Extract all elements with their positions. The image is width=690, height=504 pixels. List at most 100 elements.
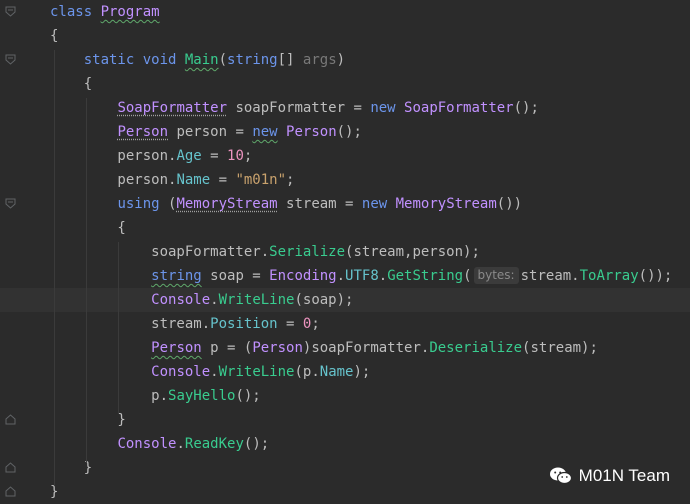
code-token: ()) (496, 196, 523, 212)
code-line-text: { (50, 216, 126, 240)
code-token: MemoryStream (176, 196, 278, 212)
code-token: . (176, 436, 185, 452)
code-token: } (50, 460, 93, 476)
code-token: Person (286, 124, 337, 140)
code-token: Person (252, 340, 303, 356)
code-line[interactable]: Console.WriteLine(p.Name); (0, 360, 690, 384)
code-line-text: person.Age = 10; (50, 144, 252, 168)
code-token: p = ( (201, 340, 253, 356)
code-line[interactable]: person.Name = "m01n"; (0, 168, 690, 192)
code-token: Main (184, 52, 219, 68)
code-token: . (210, 364, 219, 380)
code-token: Console (151, 292, 211, 308)
code-line-text: Person p = (Person)soapFormatter.Deseria… (50, 336, 598, 360)
code-token: Program (100, 4, 160, 20)
code-token: new (252, 124, 278, 140)
code-token: soap = (201, 268, 270, 284)
code-line-text: class Program (50, 0, 160, 24)
code-token: new (361, 196, 396, 212)
code-line[interactable]: } (0, 408, 690, 432)
code-line[interactable]: using (MemoryStream stream = new MemoryS… (0, 192, 690, 216)
code-token: ; (243, 148, 253, 164)
code-line[interactable]: p.SayHello(); (0, 384, 690, 408)
indent-guide (118, 242, 119, 414)
code-token: Person (151, 340, 202, 356)
code-token: (); (243, 436, 270, 452)
code-token: (); (235, 388, 261, 404)
code-token: Console (151, 364, 211, 380)
code-token: args (302, 52, 337, 68)
code-line[interactable]: person.Age = 10; (0, 144, 690, 168)
code-token: (stream); (522, 340, 598, 356)
code-token: new (370, 100, 405, 116)
code-token: using (117, 196, 169, 212)
code-token: soapFormatter. (50, 244, 270, 260)
fold-marker-icon[interactable] (5, 198, 16, 209)
code-token: { (50, 220, 126, 236)
code-token: } (50, 412, 126, 428)
code-line-text: p.SayHello(); (50, 384, 261, 408)
code-token: ) (336, 52, 346, 68)
code-token: )soapFormatter. (302, 340, 430, 356)
fold-end-marker-icon[interactable] (5, 462, 16, 473)
code-line-text: Console.ReadKey(); (50, 432, 269, 456)
code-token: Name (319, 364, 354, 380)
code-token: p. (50, 388, 169, 404)
code-token: Person (117, 124, 169, 140)
code-line-text: Console.WriteLine(p.Name); (50, 360, 370, 384)
code-line[interactable]: Person p = (Person)soapFormatter.Deseria… (0, 336, 690, 360)
code-line[interactable]: soapFormatter.Serialize(stream,person); (0, 240, 690, 264)
fold-marker-icon[interactable] (5, 54, 16, 65)
fold-marker-icon[interactable] (5, 6, 16, 17)
code-token: ( (218, 52, 228, 68)
code-token: stream. (520, 268, 580, 284)
code-token: } (50, 484, 59, 500)
code-line-text: static void Main(string[] args) (50, 48, 345, 72)
code-line[interactable]: SoapFormatter soapFormatter = new SoapFo… (0, 96, 690, 120)
code-token: ( (463, 268, 472, 284)
code-line[interactable]: class Program (0, 0, 690, 24)
code-token: WriteLine (218, 292, 295, 308)
indent-guide (54, 50, 55, 486)
indent-guide (86, 98, 87, 462)
fold-end-marker-icon[interactable] (5, 486, 16, 497)
code-token: = (201, 148, 228, 164)
code-token: = (210, 172, 236, 188)
code-line[interactable]: stream.Position = 0; (0, 312, 690, 336)
code-token: ReadKey (184, 436, 244, 452)
code-token: void (142, 52, 185, 68)
watermark-text: M01N Team (578, 466, 670, 485)
code-token: [] (277, 52, 303, 68)
code-editor[interactable]: class Program { static void Main(string[]… (0, 0, 690, 504)
code-line[interactable]: static void Main(string[] args) (0, 48, 690, 72)
code-line[interactable]: { (0, 24, 690, 48)
code-token: static (50, 52, 143, 68)
code-token: (p. (294, 364, 320, 380)
code-line[interactable]: string soap = Encoding.UTF8.GetString(by… (0, 264, 690, 288)
code-line[interactable]: { (0, 72, 690, 96)
code-token: ToArray (579, 268, 639, 284)
code-token: person = (168, 124, 253, 140)
code-token: Age (176, 148, 202, 164)
code-line-text: using (MemoryStream stream = new MemoryS… (50, 192, 522, 216)
code-token: ; (311, 316, 320, 332)
wechat-icon (549, 466, 573, 486)
code-line-text: } (50, 408, 126, 432)
code-token: { (50, 28, 59, 44)
code-token: ; (286, 172, 295, 188)
fold-end-marker-icon[interactable] (5, 414, 16, 425)
code-token: ); (353, 364, 371, 380)
code-line[interactable]: Person person = new Person(); (0, 120, 690, 144)
code-token: { (50, 76, 93, 92)
code-token: "m01n" (235, 172, 287, 188)
code-line[interactable]: Console.WriteLine(soap); (0, 288, 690, 312)
code-line[interactable]: Console.ReadKey(); (0, 432, 690, 456)
code-line[interactable]: { (0, 216, 690, 240)
code-line-text: { (50, 72, 92, 96)
